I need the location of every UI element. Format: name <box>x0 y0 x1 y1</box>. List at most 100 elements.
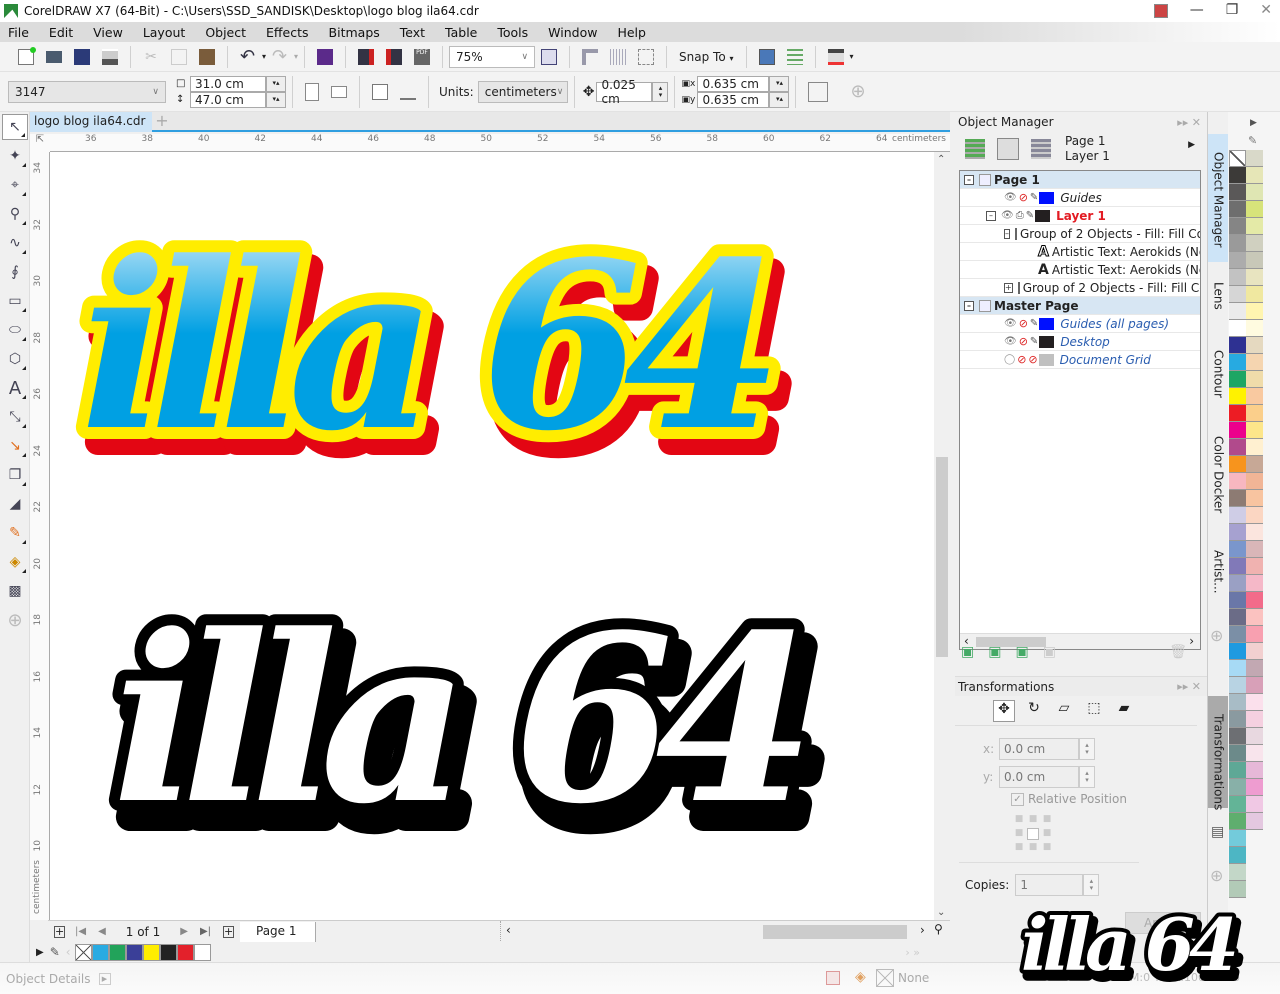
scale-tab-icon[interactable]: ▱ <box>1053 700 1075 725</box>
palette-swatch[interactable] <box>1229 439 1246 456</box>
palette-swatch[interactable] <box>1229 762 1246 779</box>
palette-eyedropper-icon[interactable]: ✎ <box>1248 134 1257 147</box>
palette-swatch[interactable] <box>1246 677 1263 694</box>
palette-swatch[interactable] <box>1229 201 1246 218</box>
printer-icon[interactable]: ⎙ <box>1016 210 1024 221</box>
tree-row-desktop[interactable]: 👁 ⊘ ✎ Desktop <box>960 333 1200 351</box>
pencil-icon[interactable]: ✎ <box>1030 192 1038 203</box>
restore-button[interactable]: ❐ <box>1226 2 1239 18</box>
polygon-tool[interactable]: ⬡ <box>2 346 28 372</box>
pencil-icon[interactable]: ✎ <box>1026 210 1034 221</box>
anchor-point-grid[interactable]: ■ ■ ■ ■ ■ ■ ■ ■ <box>1013 814 1053 854</box>
palette-swatch[interactable] <box>1229 456 1246 473</box>
palette-swatch[interactable] <box>1229 864 1246 881</box>
welcome-screen-icon[interactable] <box>758 48 775 65</box>
new-document-icon[interactable] <box>18 46 36 65</box>
palette-swatch[interactable] <box>1229 592 1246 609</box>
horizontal-scroll-thumb[interactable] <box>763 925 907 939</box>
palette-swatch[interactable] <box>1246 405 1263 422</box>
menu-edit[interactable]: Edit <box>49 25 73 40</box>
tab-artistic-media[interactable]: Artist... <box>1208 532 1229 594</box>
add-toolbar-item-icon[interactable]: ⊕ <box>850 82 866 100</box>
open-icon[interactable] <box>46 50 62 63</box>
palette-swatch[interactable] <box>1229 830 1246 847</box>
current-page-icon[interactable] <box>400 84 416 100</box>
tree-row-artistic-text[interactable]: AArtistic Text: Aerokids (Normal) <box>960 261 1200 279</box>
palette-swatch[interactable] <box>1246 728 1263 745</box>
document-tab[interactable]: logo blog ila64.cdr <box>30 112 152 132</box>
palette-swatch[interactable] <box>1229 235 1246 252</box>
add-tool-button[interactable]: ⊕ <box>2 607 28 633</box>
user-account-icon[interactable] <box>1153 4 1168 18</box>
palette-swatch[interactable] <box>1246 660 1263 677</box>
tab-lens[interactable]: Lens <box>1208 264 1229 324</box>
new-tab-button[interactable]: + <box>154 113 170 129</box>
palette-swatch[interactable] <box>1229 796 1246 813</box>
page-size-combo[interactable]: 3147 ∨ <box>8 80 166 103</box>
palette-scroll-right[interactable]: › » <box>905 946 920 959</box>
palette-swatch[interactable] <box>1229 575 1246 592</box>
application-launcher-icon[interactable] <box>827 48 844 65</box>
collapse-icon[interactable]: – <box>964 174 974 185</box>
vertical-scrollbar[interactable]: ⌃ ⌄ <box>934 152 950 920</box>
palette-swatch[interactable] <box>1229 745 1246 762</box>
tab-transformations[interactable]: Transformations <box>1208 696 1229 810</box>
units-combo[interactable]: centimeters ∨ <box>477 80 568 103</box>
palette-swatch[interactable] <box>1229 626 1246 643</box>
palette-menu-arrow[interactable]: ▶ <box>1250 118 1257 128</box>
zoom-to-fit-icon[interactable] <box>541 48 558 65</box>
page-height-spinner[interactable]: ▾▴ <box>266 91 286 108</box>
add-docker-icon-2[interactable]: ⊕ <box>1210 866 1223 885</box>
pencil-icon[interactable]: ✎ <box>1030 336 1038 347</box>
palette-swatch[interactable] <box>1229 269 1246 286</box>
page-width-spinner[interactable]: ▾▴ <box>266 75 286 92</box>
next-page-button[interactable]: ▶ <box>180 926 188 937</box>
new-master-layer-odd-icon[interactable]: ▣ <box>1015 644 1028 660</box>
position-tab-icon[interactable]: ✥ <box>993 700 1015 722</box>
crop-tool[interactable]: ⌖ <box>2 172 28 198</box>
redo-icon[interactable]: ↷ <box>272 47 288 65</box>
nudge-spinner[interactable]: ▴ ▾ <box>652 81 669 102</box>
doc-palette-swatch[interactable] <box>125 943 143 961</box>
x-input[interactable]: 0.0 cm <box>999 738 1079 760</box>
cut-icon[interactable]: ✂ <box>143 49 159 65</box>
palette-swatch[interactable] <box>1246 626 1263 643</box>
object-details-toggle[interactable]: ▶ <box>98 972 111 985</box>
palette-swatch[interactable] <box>1229 677 1246 694</box>
layer-manager-view-icon[interactable] <box>1031 139 1051 159</box>
connector-tool[interactable]: ↘ <box>2 433 28 459</box>
collapse-icon[interactable]: – <box>986 210 996 221</box>
rotate-tab-icon[interactable]: ↻ <box>1023 700 1045 725</box>
doc-palette-swatch[interactable] <box>142 943 160 961</box>
tree-row-layer1[interactable]: – 👁 ⎙ ✎ Layer 1 <box>960 207 1200 225</box>
page-width-input[interactable]: 31.0 cm <box>190 75 266 92</box>
all-pages-icon[interactable] <box>372 83 388 100</box>
new-layer-icon[interactable]: ▣ <box>961 644 974 660</box>
menu-help[interactable]: Help <box>617 25 646 40</box>
palette-swatch[interactable] <box>1246 235 1263 252</box>
last-page-button[interactable]: ▶| <box>200 926 211 937</box>
palette-swatch[interactable] <box>1246 643 1263 660</box>
y-input[interactable]: 0.0 cm <box>999 766 1079 788</box>
palette-swatch[interactable] <box>1229 660 1246 677</box>
rectangle-tool[interactable]: ▭ <box>2 288 28 314</box>
zoom-navigator-icon[interactable]: ⚲ <box>934 922 943 936</box>
scroll-up-arrow[interactable]: ⌃ <box>937 154 945 165</box>
palette-swatch[interactable] <box>1229 609 1246 626</box>
publish-pdf-icon[interactable]: PDF <box>414 48 431 65</box>
palette-swatch[interactable] <box>1246 490 1263 507</box>
snap-to-dropdown[interactable]: Snap To ▾ <box>679 50 733 64</box>
eye-icon[interactable]: 👁 <box>1004 192 1017 203</box>
eye-icon[interactable]: 👁 <box>1004 318 1017 329</box>
palette-swatch[interactable] <box>1229 218 1246 235</box>
palette-swatch[interactable] <box>1229 371 1246 388</box>
palette-swatch[interactable] <box>1229 286 1246 303</box>
palette-swatch[interactable] <box>1246 558 1263 575</box>
y-spinner[interactable]: ▴ ▾ <box>1079 766 1095 788</box>
dimension-tool[interactable]: ⤡ <box>2 404 28 430</box>
menu-file[interactable]: File <box>8 25 29 40</box>
scroll-down-arrow[interactable]: ⌄ <box>937 907 945 918</box>
tree-row-artistic-text[interactable]: AArtistic Text: Aerokids (Normal) <box>960 243 1200 261</box>
add-page-after-button[interactable]: + <box>223 925 234 938</box>
menu-view[interactable]: View <box>93 25 123 40</box>
